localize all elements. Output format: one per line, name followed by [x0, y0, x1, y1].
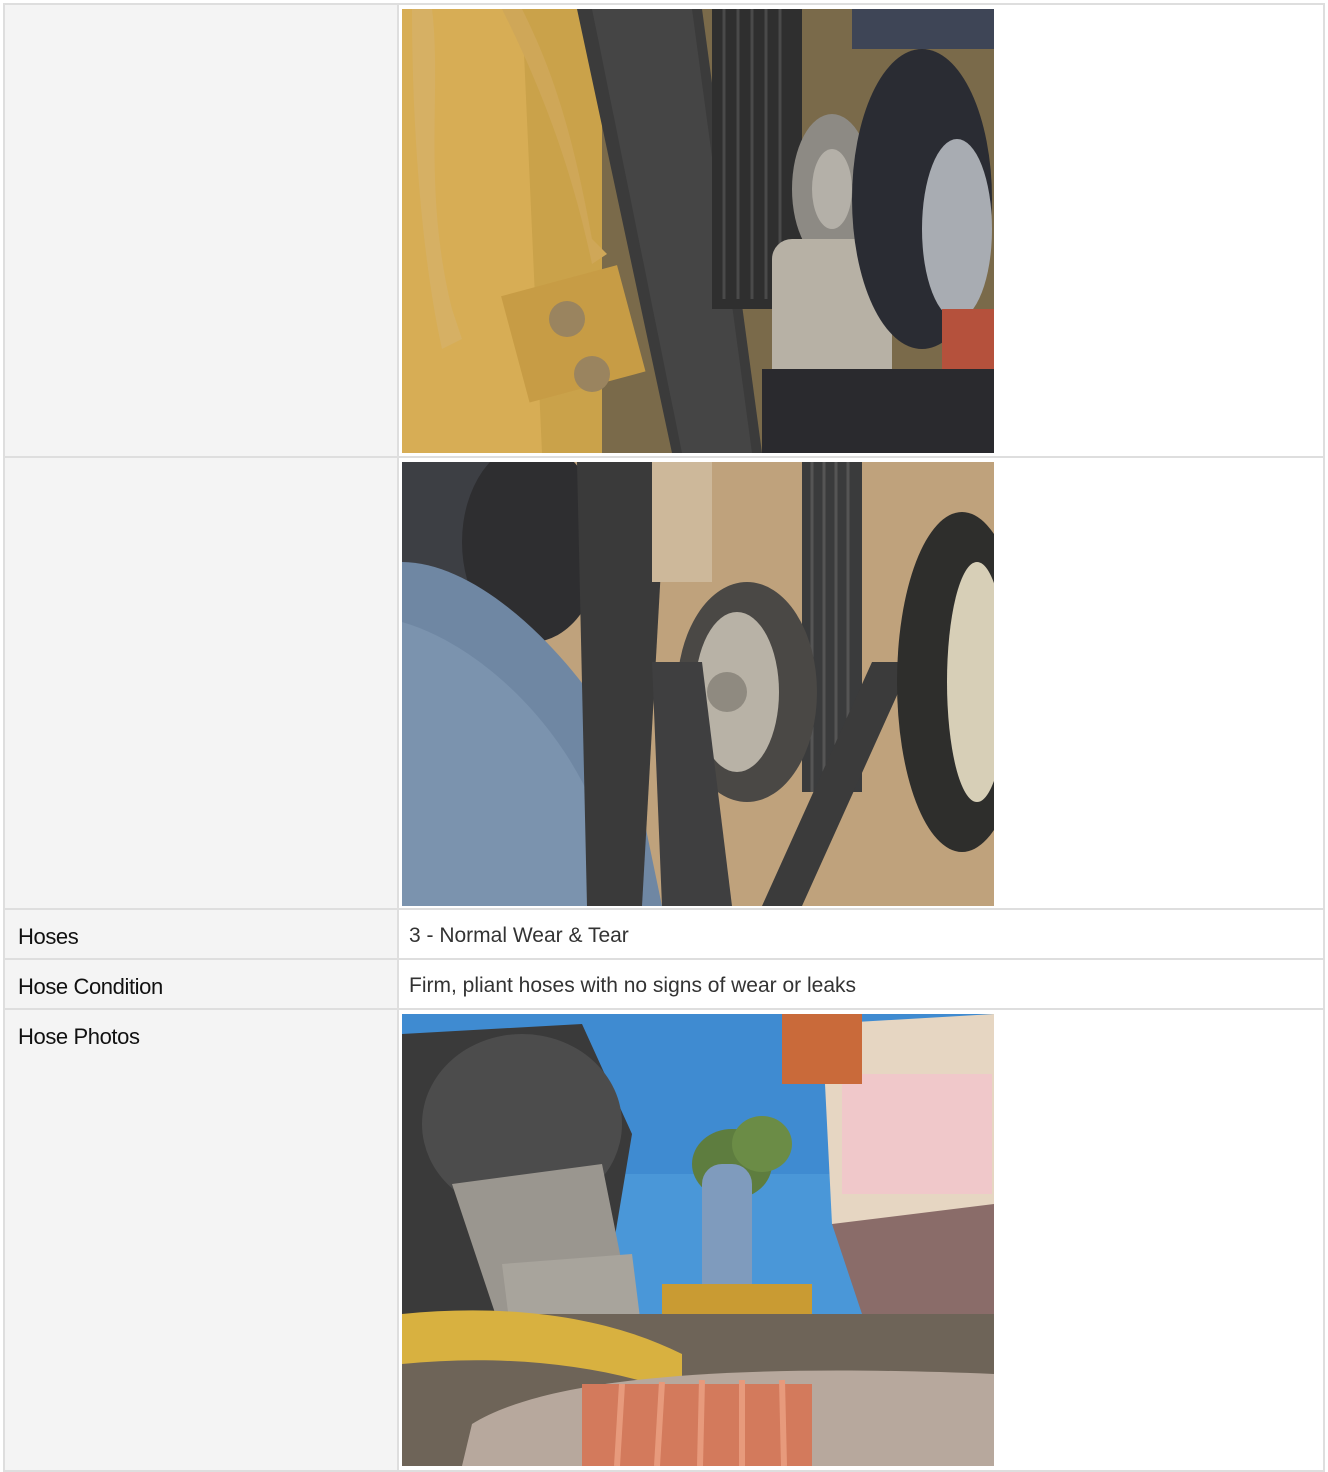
row-label-hose-condition: Hose Condition	[18, 974, 163, 999]
belt-photo-1[interactable]	[402, 9, 994, 453]
row-label-cell	[3, 3, 399, 458]
table-row: Hose Photos	[3, 1008, 1325, 1472]
row-label-cell: Hose Condition	[3, 958, 399, 1010]
row-label	[5, 458, 397, 472]
inspection-table: Hoses 3 - Normal Wear & Tear Hose Condit…	[3, 3, 1325, 1472]
row-value-cell	[397, 3, 1325, 458]
row-value-cell: 3 - Normal Wear & Tear	[397, 908, 1325, 960]
belt-photo-2[interactable]	[402, 462, 994, 906]
table-row: Hose Condition Firm, pliant hoses with n…	[3, 958, 1325, 1010]
table-row	[3, 456, 1325, 910]
row-label-cell	[3, 456, 399, 910]
hose-photo[interactable]	[402, 1014, 994, 1466]
row-value-hoses: 3 - Normal Wear & Tear	[409, 924, 629, 947]
row-label	[5, 5, 397, 19]
row-label-cell: Hose Photos	[3, 1008, 399, 1472]
table-row: Hoses 3 - Normal Wear & Tear	[3, 908, 1325, 960]
row-value-cell	[397, 1008, 1325, 1472]
row-label-cell: Hoses	[3, 908, 399, 960]
row-label-hose-photos: Hose Photos	[18, 1024, 140, 1049]
row-value-cell: Firm, pliant hoses with no signs of wear…	[397, 958, 1325, 1010]
row-value-cell	[397, 456, 1325, 910]
row-value-hose-condition: Firm, pliant hoses with no signs of wear…	[409, 974, 857, 997]
table-row	[3, 3, 1325, 458]
row-label-hoses: Hoses	[18, 924, 79, 949]
